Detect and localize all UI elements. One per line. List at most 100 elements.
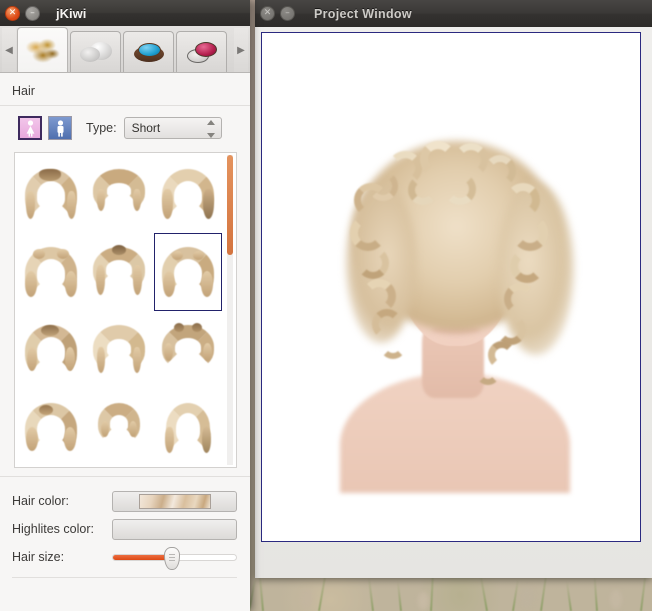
hairstyle-thumbnail: [23, 163, 79, 225]
curl: [510, 249, 544, 283]
tab-hair[interactable]: [17, 27, 68, 72]
hairstyle-thumbnail: [91, 319, 147, 381]
hair-controls: Hair color: Highlites color: Hair size:: [0, 476, 250, 571]
hairstyle-item[interactable]: [85, 233, 153, 311]
hair-size-label: Hair size:: [12, 550, 112, 564]
grass-blade: [397, 581, 402, 611]
screen: ✕ – Project Window: [0, 0, 652, 611]
curl: [420, 141, 456, 177]
hairstyle-item[interactable]: [17, 155, 85, 233]
hair-color-row: Hair color:: [12, 487, 237, 515]
grass-seed-head: [418, 592, 429, 610]
curl: [512, 215, 548, 251]
highlites-color-button[interactable]: [112, 519, 237, 540]
cream-jar-icon: [78, 39, 114, 66]
hairstyle-thumbnail: [160, 319, 216, 381]
chevron-up-icon[interactable]: [207, 120, 215, 125]
curl: [444, 173, 476, 205]
curl: [506, 183, 540, 217]
grass-seed-head: [300, 588, 313, 609]
hairstyle-thumbnail: [160, 163, 216, 225]
gender-type-row: Type: Short: [0, 106, 250, 148]
tab-skin[interactable]: [70, 31, 121, 72]
curl: [476, 361, 500, 385]
curl: [504, 283, 536, 315]
grass-blade: [593, 575, 598, 611]
hair-color-button[interactable]: [112, 491, 237, 512]
hairstyle-thumbnail: [160, 241, 216, 303]
hairstyle-thumbnail: [91, 241, 147, 303]
tab-scroll-left-icon[interactable]: ◀: [2, 28, 16, 72]
tab-bar: ◀ ▶: [0, 26, 250, 73]
close-icon[interactable]: ✕: [5, 6, 20, 21]
hairstyle-thumbnail: [91, 397, 147, 459]
hair-size-row: Hair size:: [12, 543, 237, 571]
blue-compact-icon: [131, 39, 167, 66]
minimize-icon[interactable]: –: [280, 6, 295, 21]
jkiwi-title: jKiwi: [56, 6, 86, 21]
grass-blade: [368, 577, 374, 611]
curl: [362, 279, 396, 313]
grid-scrollbar-thumb[interactable]: [227, 155, 233, 255]
gender-female-button[interactable]: [18, 116, 42, 140]
curl: [350, 215, 386, 251]
curl: [454, 143, 488, 177]
grass-seed-head: [610, 590, 622, 609]
minimize-icon[interactable]: –: [25, 6, 40, 21]
section-title: Hair: [0, 73, 250, 106]
curl: [380, 333, 406, 359]
hairstyle-item[interactable]: [17, 311, 85, 389]
hair-panel: Hair: [0, 73, 250, 611]
hair-color-swatch: [139, 494, 211, 509]
grass-blade: [479, 573, 488, 611]
jkiwi-window[interactable]: ✕ – jKiwi ◀: [0, 0, 250, 611]
chevron-down-icon[interactable]: [207, 133, 215, 138]
project-window-body: [255, 27, 652, 578]
panel-divider: [12, 577, 237, 578]
hairstyle-item[interactable]: [154, 389, 222, 467]
hair-icon: [25, 37, 61, 64]
hairstyle-item[interactable]: [85, 389, 153, 467]
hair-size-slider[interactable]: [112, 554, 237, 561]
render-canvas[interactable]: [261, 32, 641, 542]
hairstyle-thumbnail: [23, 241, 79, 303]
type-spinner[interactable]: Short: [124, 117, 222, 139]
hairstyle-item[interactable]: [154, 311, 222, 389]
tab-scroll-right-icon[interactable]: ▶: [234, 28, 248, 72]
highlites-color-row: Highlites color:: [12, 515, 237, 543]
portrait-render: [262, 33, 640, 541]
pink-compact-icon: [184, 39, 220, 66]
curl: [484, 155, 516, 187]
grass-seed-head: [520, 586, 534, 608]
curl: [408, 175, 438, 205]
project-window-titlebar[interactable]: ✕ – Project Window: [255, 0, 652, 27]
hairstyle-item[interactable]: [85, 311, 153, 389]
hairstyle-item[interactable]: [17, 389, 85, 467]
hairstyle-item[interactable]: [85, 155, 153, 233]
close-icon[interactable]: ✕: [260, 6, 275, 21]
type-label: Type:: [86, 121, 117, 135]
female-icon: [24, 120, 37, 137]
jkiwi-titlebar[interactable]: ✕ – jKiwi: [0, 0, 250, 26]
grass-blade: [512, 579, 519, 611]
hair-size-slider-handle[interactable]: [164, 547, 180, 570]
project-window-title: Project Window: [314, 7, 412, 21]
hairstyle-item[interactable]: [17, 233, 85, 311]
grass-blade: [566, 581, 572, 611]
hairstyle-item[interactable]: [154, 155, 222, 233]
project-window[interactable]: ✕ – Project Window: [255, 0, 652, 578]
hairstyle-grid: [15, 153, 236, 467]
tab-lips[interactable]: [176, 31, 227, 72]
curl: [357, 247, 389, 279]
hair-color-label: Hair color:: [12, 494, 112, 508]
hairstyle-grid-container[interactable]: [14, 152, 237, 468]
type-value: Short: [125, 121, 161, 135]
hairstyle-thumbnail: [23, 319, 79, 381]
spinner-arrows[interactable]: [207, 120, 215, 138]
hairstyle-item-selected[interactable]: [154, 233, 222, 311]
gender-male-button[interactable]: [48, 116, 72, 140]
highlites-color-label: Highlites color:: [12, 522, 112, 536]
hairstyle-thumbnail: [91, 163, 147, 225]
hairstyle-thumbnail: [23, 397, 79, 459]
tab-eyes[interactable]: [123, 31, 174, 72]
